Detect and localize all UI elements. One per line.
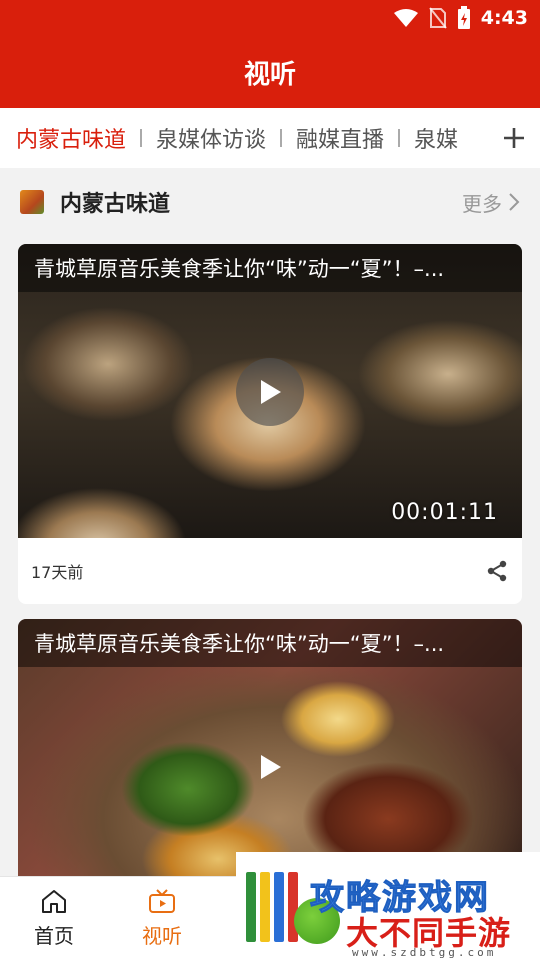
- section-header: 内蒙古味道 更多: [0, 168, 540, 236]
- nav-item-home[interactable]: 首页: [0, 877, 108, 960]
- watermark-url: www.szdbtgg.com: [352, 946, 497, 959]
- section-logo: [20, 190, 44, 214]
- tab-quanmei[interactable]: 泉媒: [414, 122, 458, 154]
- tab-divider: [398, 129, 401, 147]
- video-duration: 00:01:11: [391, 500, 498, 525]
- nav-item-shiting[interactable]: 视听: [108, 877, 216, 960]
- plus-icon: [504, 128, 524, 148]
- nav-label-shiting: 视听: [142, 924, 182, 948]
- video-thumbnail[interactable]: 青城草原音乐美食季让你“味”动一“夏”！–... 00:01:11: [18, 244, 522, 538]
- wifi-icon: [393, 9, 418, 27]
- watermark-logo-icon: [246, 872, 298, 942]
- category-tabs: 内蒙古味道 泉媒体访谈 融媒直播 泉媒: [0, 108, 540, 168]
- tab-neimenggu-weidao[interactable]: 内蒙古味道: [16, 122, 126, 154]
- nav-label-home: 首页: [34, 924, 74, 948]
- card-footer: 17天前: [18, 538, 522, 604]
- video-card[interactable]: 青城草原音乐美食季让你“味”动一“夏”！–... 00:01:11 17天前: [18, 244, 522, 604]
- play-button[interactable]: [236, 733, 304, 801]
- more-link[interactable]: 更多: [462, 188, 520, 217]
- watermark: 攻略游戏网 大不同手游网 www.szdbtgg.com: [236, 852, 540, 960]
- page-title: 视听: [243, 59, 296, 90]
- tab-divider: [140, 129, 143, 147]
- video-title: 青城草原音乐美食季让你“味”动一“夏”！–...: [34, 257, 445, 281]
- play-icon: [261, 380, 281, 404]
- no-sim-icon: [428, 7, 447, 29]
- status-time: 4:43: [480, 7, 528, 29]
- status-icons: 4:43: [393, 6, 528, 30]
- status-bar: 4:43: [0, 0, 540, 36]
- more-label: 更多: [462, 191, 502, 216]
- video-time-ago: 17天前: [31, 563, 84, 582]
- share-icon[interactable]: [486, 560, 508, 582]
- tab-divider: [280, 129, 283, 147]
- video-title-bar: 青城草原音乐美食季让你“味”动一“夏”！–...: [18, 619, 522, 667]
- video-title-bar: 青城草原音乐美食季让你“味”动一“夏”！–...: [18, 244, 522, 292]
- add-tab-button[interactable]: [488, 108, 540, 168]
- section-title: 内蒙古味道: [60, 192, 171, 217]
- play-button[interactable]: [236, 358, 304, 426]
- tab-quanmeiti-fangtan[interactable]: 泉媒体访谈: [156, 122, 266, 154]
- tabs-scroll[interactable]: 内蒙古味道 泉媒体访谈 融媒直播 泉媒: [0, 108, 488, 168]
- tab-rongmei-zhibo[interactable]: 融媒直播: [296, 122, 384, 154]
- video-title: 青城草原音乐美食季让你“味”动一“夏”！–...: [34, 632, 445, 656]
- home-icon: [42, 890, 66, 913]
- tv-icon: [149, 889, 175, 913]
- play-icon: [261, 755, 281, 779]
- app-bar: 视听: [0, 36, 540, 108]
- battery-icon: [457, 6, 470, 29]
- chevron-right-icon: [509, 193, 520, 211]
